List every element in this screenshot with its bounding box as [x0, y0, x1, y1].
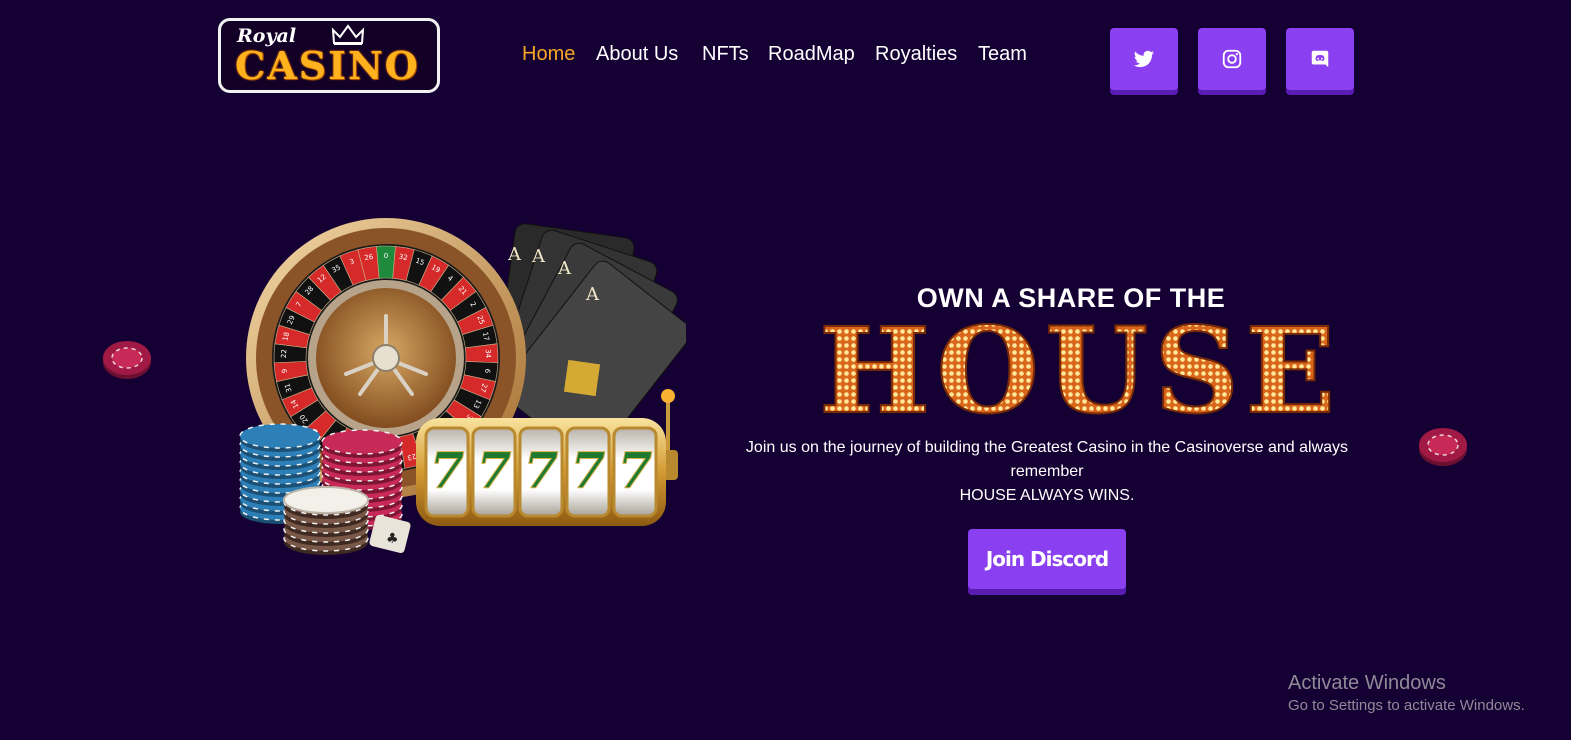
slot-reel-digit: 7 — [618, 441, 653, 500]
slot-reel-digit: 7 — [524, 441, 559, 500]
discord-icon — [1311, 50, 1329, 68]
svg-text:HOUSE: HOUSE — [819, 314, 1341, 418]
poker-chip-icon — [1419, 428, 1467, 466]
discord-button[interactable] — [1286, 28, 1354, 90]
svg-text:A: A — [557, 258, 572, 279]
nav-royalties[interactable]: Royalties — [875, 43, 957, 66]
logo[interactable]: Royal CASINO — [218, 18, 440, 93]
instagram-button[interactable] — [1198, 28, 1266, 90]
roulette-number: 32 — [398, 253, 408, 262]
svg-text:♣: ♣ — [386, 531, 399, 547]
poker-chip-icon — [103, 341, 151, 379]
roulette-number: 34 — [484, 349, 492, 359]
roulette-number: 0 — [384, 252, 388, 260]
logo-casino-text: CASINO — [235, 43, 420, 88]
svg-text:A: A — [531, 246, 546, 267]
roulette-number: 22 — [280, 349, 288, 358]
hero-description: Join us on the journey of building the G… — [740, 436, 1354, 508]
nav-home[interactable]: Home — [522, 43, 575, 66]
hero-description-text: Join us on the journey of building the G… — [745, 439, 1349, 480]
hero-slogan: HOUSE ALWAYS WINS. — [959, 487, 1135, 504]
instagram-icon — [1222, 49, 1242, 69]
slot-reel-digit: 7 — [571, 441, 606, 500]
twitter-icon — [1133, 50, 1155, 68]
nav-team[interactable]: Team — [978, 43, 1027, 66]
chip-stacks: ♣ — [239, 423, 411, 555]
hero-kicker: OWN A SHARE OF THE — [916, 283, 1226, 313]
nav-roadmap[interactable]: RoadMap — [768, 43, 855, 66]
nav-nfts[interactable]: NFTs — [702, 43, 749, 66]
join-discord-button[interactable]: Join Discord — [968, 529, 1126, 589]
card-rank-text: A — [507, 244, 522, 265]
activate-windows-title: Activate Windows — [1288, 672, 1446, 694]
slot-reel-digit: 7 — [477, 441, 512, 500]
slot-reel-digit: 7 — [430, 441, 465, 500]
activate-windows-subtitle: Go to Settings to activate Windows. — [1288, 697, 1525, 714]
nav-about-us[interactable]: About Us — [596, 43, 678, 66]
hero-headline: HOUSE — [818, 314, 1341, 418]
casino-illustration: A A A A 26032151942122517346271336113082… — [239, 218, 686, 555]
twitter-button[interactable] — [1110, 28, 1178, 90]
